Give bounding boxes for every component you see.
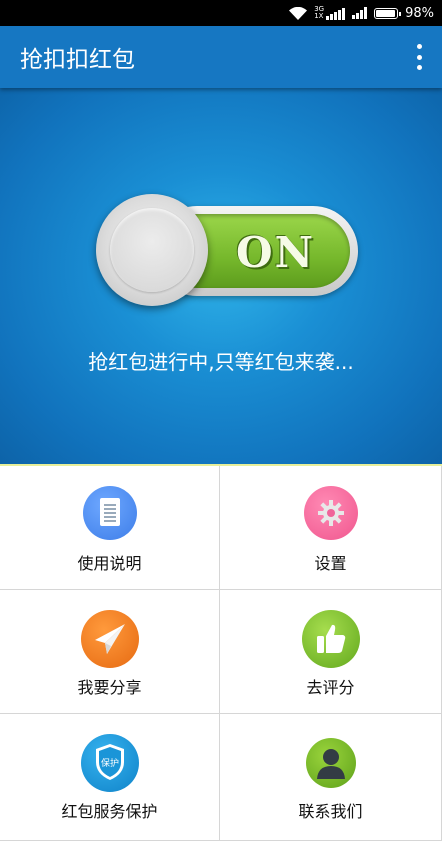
toggle-knob[interactable] — [96, 194, 208, 306]
gear-icon — [303, 486, 358, 540]
overflow-menu-icon[interactable] — [414, 44, 424, 70]
grid-item-contact[interactable]: 联系我们 — [220, 714, 442, 841]
user-icon — [305, 738, 356, 788]
app-title: 抢扣扣红包 — [20, 47, 135, 73]
signal-bars-icon — [352, 7, 368, 19]
feature-grid: 使用说明 设置 我要分享 去评分 保护 红包服务保护 联系我们 — [0, 466, 442, 841]
grid-item-label: 使用说明 — [77, 554, 142, 573]
toggle-on-label: ON — [236, 228, 315, 277]
grid-item-settings[interactable]: 设置 — [220, 466, 442, 590]
grid-item-label: 去评分 — [306, 678, 355, 697]
shield-icon: 保护 — [80, 734, 139, 792]
grab-status-text: 抢红包进行中,只等红包来袭... — [88, 350, 354, 374]
app-bar: 抢扣扣红包 — [0, 26, 442, 88]
wifi-icon — [289, 6, 308, 21]
status-bar: 3G 1X 98% — [0, 0, 442, 26]
grid-item-instructions[interactable]: 使用说明 — [0, 466, 220, 590]
hero-panel: ON 抢红包进行中,只等红包来袭... — [0, 88, 442, 464]
battery-percent: 98% — [405, 5, 434, 21]
grid-item-rate[interactable]: 去评分 — [220, 590, 442, 714]
grid-item-share[interactable]: 我要分享 — [0, 590, 220, 714]
grid-item-label: 红包服务保护 — [61, 802, 158, 821]
grid-item-protection[interactable]: 保护 红包服务保护 — [0, 714, 220, 841]
document-icon — [82, 486, 137, 540]
paper-plane-icon — [80, 610, 139, 668]
network-type: 3G 1X — [314, 5, 325, 20]
grid-item-label: 联系我们 — [298, 802, 363, 821]
signal-icon: 3G 1X — [314, 5, 346, 20]
grid-item-label: 设置 — [314, 554, 347, 573]
battery-icon — [374, 7, 402, 19]
thumbs-up-icon — [301, 610, 360, 668]
shield-text: 保护 — [100, 757, 118, 769]
grid-item-label: 我要分享 — [77, 678, 142, 697]
